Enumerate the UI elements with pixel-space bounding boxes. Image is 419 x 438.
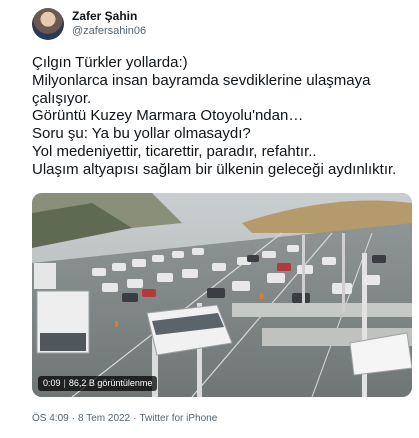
video-player[interactable]: 0:09 | 86,2 B görüntülenme (32, 193, 412, 397)
tweet-card: Zafer Şahin @zafersahin06 Çılgın Türkler… (0, 0, 419, 438)
author-names[interactable]: Zafer Şahin @zafersahin06 (72, 9, 146, 38)
tweet-text-line: Soru şu: Ya bu yollar olmasaydı? (32, 125, 251, 143)
author-handle[interactable]: @zafersahin06 (72, 24, 146, 38)
video-views: 86,2 B görüntülenme (68, 378, 153, 388)
tweet-text-line: Milyonlarca insan bayramda sevdiklerine … (32, 71, 371, 89)
tweet-text-line: Ulaşım altyapısı sağlam bir ülkenin gele… (32, 160, 397, 178)
tweet-text-line: Yol medeniyettir, ticarettir, paradır, r… (32, 142, 317, 160)
tweet-text-line: Çılgın Türkler yollarda:) (32, 54, 188, 71)
tweet-text-line: çalışıyor. (32, 89, 92, 107)
badge-separator: | (63, 378, 66, 388)
tweet-text-line: Görüntü Kuzey Marmara Otoyolu'ndan… (32, 107, 304, 125)
meta-dot: · (71, 413, 76, 424)
video-duration: 0:09 (43, 378, 61, 388)
meta-dot: · (133, 413, 137, 424)
tweet-source[interactable]: Twitter for iPhone (139, 413, 217, 424)
tweet-date[interactable]: 8 Tem 2022 (78, 413, 130, 424)
author-display-name[interactable]: Zafer Şahin (72, 9, 146, 24)
avatar[interactable] (32, 8, 64, 40)
video-badge: 0:09 | 86,2 B görüntülenme (38, 376, 158, 391)
video-thumbnail (32, 193, 412, 397)
tweet-text: Çılgın Türkler yollarda:) Milyonlarca in… (32, 54, 412, 179)
tweet-time[interactable]: ÖS 4:09 (32, 413, 69, 424)
tweet-meta: ÖS 4:09 · 8 Tem 2022 · Twitter for iPhone (32, 413, 217, 424)
